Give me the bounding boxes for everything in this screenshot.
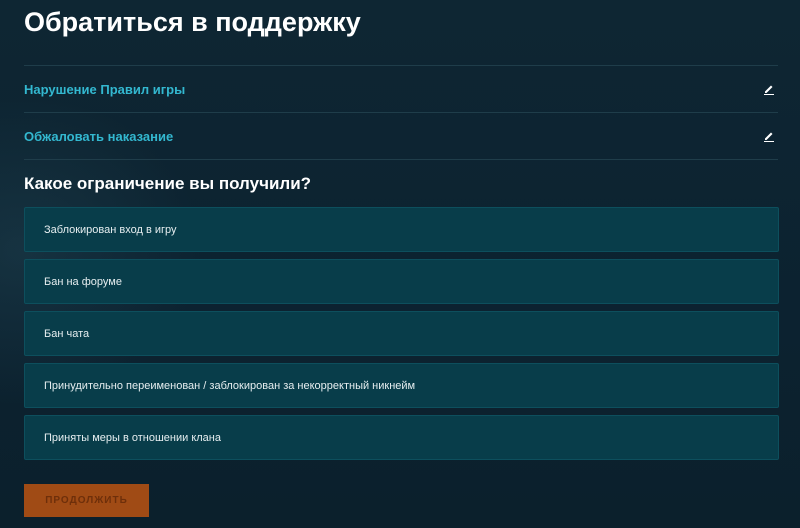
option-label: Бан чата <box>44 327 90 340</box>
pencil-icon[interactable] <box>762 82 776 96</box>
option-label: Принудительно переименован / заблокирова… <box>44 379 416 392</box>
support-page: Обратиться в поддержку Нарушение Правил … <box>0 0 800 528</box>
option-clan-measures[interactable]: Приняты меры в отношении клана <box>24 415 779 460</box>
option-label: Бан на форуме <box>44 275 122 288</box>
option-forum-ban[interactable]: Бан на форуме <box>24 259 779 304</box>
option-label: Приняты меры в отношении клана <box>44 431 221 444</box>
option-chat-ban[interactable]: Бан чата <box>24 311 779 356</box>
breadcrumb-step-rules-violation[interactable]: Нарушение Правил игры <box>24 66 778 112</box>
page-title: Обратиться в поддержку <box>24 7 361 37</box>
divider <box>24 159 778 160</box>
option-label: Заблокирован вход в игру <box>44 223 177 236</box>
breadcrumb-step-appeal[interactable]: Обжаловать наказание <box>24 113 778 159</box>
breadcrumb-step-label: Обжаловать наказание <box>24 128 174 144</box>
continue-button[interactable]: ПРОДОЛЖИТЬ <box>24 484 149 517</box>
breadcrumb-step-label: Нарушение Правил игры <box>24 81 186 97</box>
option-game-login-blocked[interactable]: Заблокирован вход в игру <box>24 207 779 252</box>
pencil-icon[interactable] <box>762 129 776 143</box>
options-list: Заблокирован вход в игру Бан на форуме Б… <box>24 207 779 467</box>
question-heading: Какое ограничение вы получили? <box>24 174 312 193</box>
option-forced-rename[interactable]: Принудительно переименован / заблокирова… <box>24 363 779 408</box>
